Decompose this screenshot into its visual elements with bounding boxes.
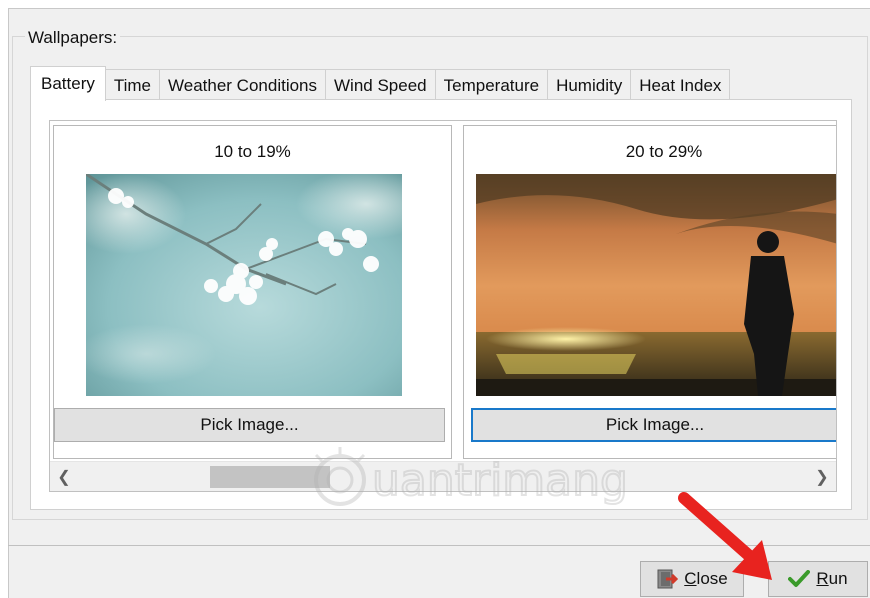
tab-humidity[interactable]: Humidity [548, 69, 632, 101]
tab-battery[interactable]: Battery [30, 66, 106, 101]
horizontal-scrollbar[interactable]: ❮ ❯ [50, 461, 836, 491]
run-label: Run [816, 569, 848, 588]
wallpaper-card-10-19: 10 to 19% Pick Image... [53, 125, 452, 459]
tab-wind-speed[interactable]: Wind Speed [326, 69, 436, 101]
wallpapers-label: Wallpapers: [25, 28, 121, 48]
tab-heat-index[interactable]: Heat Index [631, 69, 731, 101]
checkmark-icon [788, 570, 811, 587]
tab-temperature[interactable]: Temperature [435, 69, 549, 101]
sunset-beach-image [476, 174, 836, 396]
wallpaper-scroll-area: 10 to 19% Pick Image... 20 to 29% Pick I… [49, 120, 837, 492]
wallpaper-card-20-29: 20 to 29% Pick Image... [463, 125, 836, 459]
cherry-blossom-image [86, 174, 402, 396]
run-button[interactable]: Run [768, 561, 868, 597]
battery-tab-panel: 10 to 19% Pick Image... 20 to 29% Pick I… [30, 99, 852, 510]
close-label: Close [684, 569, 728, 588]
close-door-icon [657, 569, 679, 589]
footer-divider [8, 545, 870, 546]
tab-time[interactable]: Time [105, 69, 161, 101]
battery-range-label: 20 to 29% [625, 142, 703, 161]
tab-strip: Battery Time Weather Conditions Wind Spe… [30, 66, 731, 101]
battery-range-label: 10 to 19% [214, 142, 291, 161]
pick-image-button-1[interactable]: Pick Image... [54, 408, 445, 442]
scrollbar-thumb[interactable] [210, 466, 330, 488]
chevron-left-icon[interactable]: ❮ [50, 462, 78, 491]
chevron-right-icon[interactable]: ❯ [808, 462, 836, 491]
pick-image-button-2[interactable]: Pick Image... [471, 408, 836, 442]
close-button[interactable]: Close [640, 561, 744, 597]
tab-weather-conditions[interactable]: Weather Conditions [160, 69, 327, 101]
